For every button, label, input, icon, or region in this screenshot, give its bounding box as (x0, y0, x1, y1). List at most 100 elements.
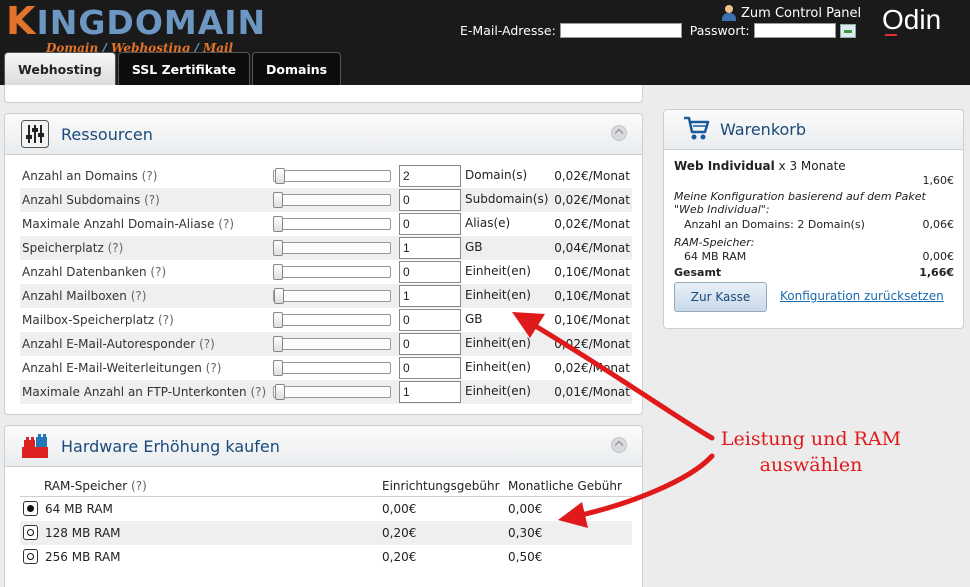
col-monthly-header: Monatliche Gebühr (508, 479, 622, 493)
resource-label: Mailbox-Speicherplatz (?) (22, 313, 174, 327)
resource-slider[interactable] (273, 336, 391, 352)
resource-slider[interactable] (273, 312, 391, 328)
checkout-button[interactable]: Zur Kasse (674, 282, 767, 312)
resource-slider[interactable] (273, 264, 391, 280)
resource-value-input[interactable] (399, 165, 461, 187)
resource-slider[interactable] (273, 216, 391, 232)
resource-slider[interactable] (273, 288, 391, 304)
ram-setup-fee: 0,00€ (382, 502, 417, 516)
password-field[interactable] (753, 23, 836, 38)
ram-radio[interactable] (23, 549, 38, 564)
cart-ram-label: RAM-Speicher: (674, 236, 755, 249)
slider-handle[interactable] (273, 336, 283, 352)
resource-unit: Einheit(en) (465, 336, 531, 350)
collapse-icon[interactable] (611, 125, 627, 141)
resources-panel: Ressourcen Anzahl an Domains (?) Domain(s… (4, 113, 643, 415)
resource-value-input[interactable] (399, 237, 461, 259)
slider-handle[interactable] (275, 168, 285, 184)
resource-row: Anzahl Mailboxen (?) Einheit(en) 0,10€/Mon… (20, 284, 632, 308)
cart-header: Warenkorb (664, 110, 963, 150)
resource-price: 0,01€/Monat (554, 385, 630, 399)
col-setup-header: Einrichtungsgebühr (382, 479, 500, 493)
resource-unit: Einheit(en) (465, 384, 531, 398)
control-panel-link[interactable]: Zum Control Panel (722, 5, 861, 21)
help-link[interactable]: (?) (108, 241, 124, 255)
slider-handle[interactable] (273, 216, 283, 232)
resource-label: Anzahl Mailboxen (?) (22, 289, 147, 303)
tab-ssl-zertifikate[interactable]: SSL Zertifikate (117, 52, 251, 85)
collapse-icon[interactable] (611, 437, 627, 453)
help-link[interactable]: (?) (218, 217, 234, 231)
resource-price: 0,02€/Monat (554, 217, 630, 231)
help-link[interactable]: (?) (150, 265, 166, 279)
resource-label: Anzahl E-Mail-Weiterleitungen (?) (22, 361, 222, 375)
slider-handle[interactable] (273, 240, 283, 256)
resource-value-input[interactable] (399, 309, 461, 331)
resource-value-input[interactable] (399, 261, 461, 283)
cart-domains-line: Anzahl an Domains: 2 Domain(s) (684, 218, 865, 231)
kingdomain-logo[interactable]: KINGDOMAIN Domain / Webhosting / Mail (6, 2, 266, 55)
resource-row: Anzahl E-Mail-Autoresponder (?) Einheit(e… (20, 332, 632, 356)
resource-slider[interactable] (273, 240, 391, 256)
slider-handle[interactable] (275, 384, 285, 400)
login-form: E-Mail-Adresse: Passwort: (460, 23, 856, 38)
resource-slider[interactable] (273, 360, 391, 376)
resource-unit: GB (465, 312, 483, 326)
slider-handle[interactable] (273, 264, 283, 280)
help-link[interactable]: (?) (199, 337, 215, 351)
help-link[interactable]: (?) (250, 385, 266, 399)
cart-domains-price: 0,06€ (922, 218, 955, 231)
resource-value-input[interactable] (399, 285, 461, 307)
resource-unit: Einheit(en) (465, 360, 531, 374)
resource-value-input[interactable] (399, 357, 461, 379)
logo-wordmark: KINGDOMAIN (6, 0, 267, 43)
resource-label: Anzahl Datenbanken (?) (22, 265, 167, 279)
ram-option-row[interactable]: 128 MB RAM 0,20€ 0,30€ (20, 521, 632, 545)
cart-total-price: 1,66€ (919, 266, 954, 279)
ram-radio[interactable] (23, 501, 38, 516)
slider-handle[interactable] (273, 360, 283, 376)
resources-title: Ressourcen (61, 125, 153, 144)
cart-config-package: "Web Individual": (674, 203, 770, 216)
resource-row: Anzahl Subdomains (?) Subdomain(s) 0,02€/M… (20, 188, 632, 212)
resource-value-input[interactable] (399, 189, 461, 211)
help-link[interactable]: (?) (142, 169, 158, 183)
resource-value-input[interactable] (399, 213, 461, 235)
slider-handle[interactable] (273, 312, 283, 328)
resource-value-input[interactable] (399, 381, 461, 403)
tab-domains[interactable]: Domains (252, 52, 342, 85)
email-field[interactable] (559, 23, 682, 38)
main-tabs: Webhosting SSL Zertifikate Domains (4, 52, 343, 85)
resource-slider[interactable] (273, 168, 391, 184)
slider-handle[interactable] (273, 192, 283, 208)
slider-handle[interactable] (274, 288, 284, 304)
ram-option-row[interactable]: 256 MB RAM 0,20€ 0,50€ (20, 545, 632, 569)
tab-webhosting[interactable]: Webhosting (4, 52, 116, 85)
resource-unit: Einheit(en) (465, 264, 531, 278)
reset-configuration-link[interactable]: Konfiguration zurücksetzen (780, 289, 944, 303)
resource-price: 0,02€/Monat (554, 169, 630, 183)
resource-value-input[interactable] (399, 333, 461, 355)
shopping-cart-icon (684, 116, 710, 140)
hardware-panel-header: Hardware Erhöhung kaufen (5, 426, 642, 467)
help-link[interactable]: (?) (206, 361, 222, 375)
resource-slider[interactable] (273, 192, 391, 208)
sliders-icon (21, 120, 49, 148)
resource-row: Anzahl E-Mail-Weiterleitungen (?) Einheit… (20, 356, 632, 380)
ram-monthly-fee: 0,30€ (508, 526, 543, 540)
help-link[interactable]: (?) (131, 289, 147, 303)
login-submit-icon[interactable] (839, 23, 856, 38)
ram-monthly-fee: 0,50€ (508, 550, 543, 564)
cart-config-note: Meine Konfiguration basierend auf dem Pa… (674, 190, 926, 203)
hardware-blocks-icon (22, 434, 48, 458)
help-link[interactable]: (?) (144, 193, 160, 207)
resource-price: 0,10€/Monat (554, 313, 630, 327)
control-panel-label: Zum Control Panel (741, 5, 862, 21)
password-label: Passwort: (689, 23, 750, 38)
resource-slider[interactable] (273, 384, 391, 400)
help-link[interactable]: (?) (158, 313, 174, 327)
ram-option-row[interactable]: 64 MB RAM 0,00€ 0,00€ (20, 497, 632, 521)
resource-label: Maximale Anzahl Domain-Aliase (?) (22, 217, 234, 231)
resource-price: 0,04€/Monat (554, 241, 630, 255)
ram-radio[interactable] (23, 525, 38, 540)
